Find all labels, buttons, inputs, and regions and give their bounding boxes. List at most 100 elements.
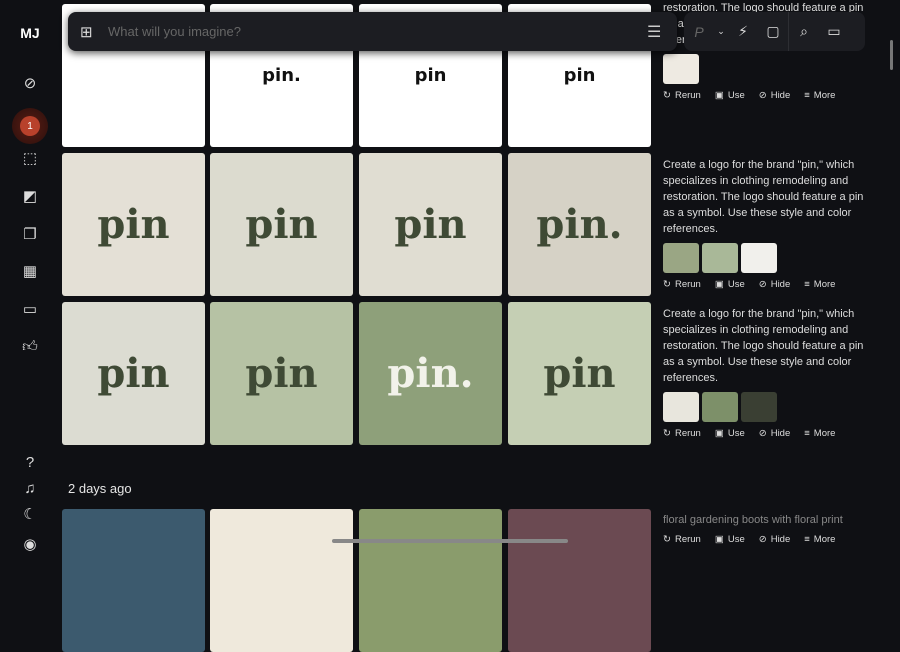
- reference-thumbnails: [663, 54, 873, 84]
- reference-thumbnail[interactable]: [741, 243, 777, 273]
- reference-thumbnail[interactable]: [663, 54, 699, 84]
- folder-icon[interactable]: ▭: [819, 23, 849, 40]
- personalize-toggle[interactable]: P: [684, 24, 714, 40]
- refresh-icon: ↻: [663, 90, 671, 101]
- image-tile[interactable]: pin.: [359, 302, 502, 445]
- notifications-badge[interactable]: 1: [12, 108, 48, 144]
- bell-icon[interactable]: ♫: [18, 476, 42, 500]
- menu-lines-icon: ≡: [804, 90, 810, 101]
- text-box-icon: ▣: [714, 90, 724, 101]
- tile-logo-text: pin.: [387, 350, 474, 397]
- prompt-details: Create a logo for the brand "pin," which…: [663, 157, 873, 293]
- use-button[interactable]: ▣ Use: [715, 426, 745, 442]
- chevron-down-icon[interactable]: ⌄: [714, 26, 728, 37]
- prompt-actions: ↻ Rerun ▣ Use ⊘ Hide ≡ More: [663, 277, 873, 293]
- rerun-button[interactable]: ↻ Rerun: [663, 277, 701, 293]
- help-icon[interactable]: ?: [18, 450, 42, 474]
- tile-logo-text: pin: [97, 350, 170, 397]
- chat-icon[interactable]: ▭: [18, 297, 42, 321]
- reference-thumbnail[interactable]: [663, 392, 699, 422]
- toolbar: P ⌄ ⚡︎ ▢ ⌕ ▭: [684, 12, 865, 51]
- scrollbar[interactable]: [890, 40, 893, 70]
- thumbs-up-icon[interactable]: 👍︎: [18, 335, 42, 359]
- hide-button[interactable]: ⊘ Hide: [759, 426, 791, 442]
- search-icon[interactable]: ⌕: [789, 23, 819, 40]
- text-box-icon: ▣: [714, 428, 724, 439]
- hide-button[interactable]: ⊘ Hide: [759, 532, 791, 548]
- reference-thumbnail[interactable]: [663, 243, 699, 273]
- reference-thumbnail[interactable]: [702, 243, 738, 273]
- reference-thumbnails: [663, 392, 873, 422]
- image-tile[interactable]: pin: [62, 302, 205, 445]
- tile-logo-text: pin: [563, 65, 596, 86]
- rerun-button[interactable]: ↻ Rerun: [663, 426, 701, 442]
- eye-off-icon: ⊘: [758, 534, 767, 545]
- more-button[interactable]: ≡ More: [804, 532, 835, 548]
- reference-thumbnails: [663, 243, 873, 273]
- hide-button[interactable]: ⊘ Hide: [759, 277, 791, 293]
- create-icon[interactable]: ⬚: [18, 146, 42, 170]
- refresh-icon: ↻: [663, 428, 671, 439]
- tile-logo-text: pin: [543, 350, 616, 397]
- prompt-text[interactable]: Create a logo for the brand "pin," which…: [663, 157, 873, 237]
- prompt-bar: ⊞ ☰: [68, 12, 677, 51]
- prompt-details: Create a logo for the brand "pin," which…: [663, 306, 873, 442]
- text-box-icon: ▣: [714, 534, 724, 545]
- refresh-icon: ↻: [663, 279, 671, 290]
- reference-thumbnail[interactable]: [702, 392, 738, 422]
- prompt-text[interactable]: floral gardening boots with floral print: [663, 512, 873, 528]
- tile-logo-text: pin.: [262, 65, 301, 86]
- image-tile[interactable]: [62, 509, 205, 652]
- tile-logo-text: pin: [394, 201, 467, 248]
- use-button[interactable]: ▣ Use: [715, 88, 745, 104]
- use-button[interactable]: ▣ Use: [715, 532, 745, 548]
- chat-icon[interactable]: ▢: [758, 23, 788, 40]
- lightning-icon[interactable]: ⚡︎: [728, 23, 758, 40]
- refresh-icon: ↻: [663, 534, 671, 545]
- more-button[interactable]: ≡ More: [804, 426, 835, 442]
- settings-sliders-icon[interactable]: ☰: [647, 22, 677, 42]
- menu-lines-icon: ≡: [804, 428, 810, 439]
- explore-compass-icon[interactable]: ⊘: [18, 71, 42, 95]
- hide-button[interactable]: ⊘ Hide: [759, 88, 791, 104]
- image-tile[interactable]: pin: [359, 153, 502, 296]
- more-button[interactable]: ≡ More: [804, 277, 835, 293]
- more-button[interactable]: ≡ More: [804, 88, 835, 104]
- image-tile[interactable]: pin: [210, 153, 353, 296]
- prompt-actions: ↻ Rerun ▣ Use ⊘ Hide ≡ More: [663, 88, 873, 104]
- eye-off-icon: ⊘: [758, 90, 767, 101]
- eye-off-icon: ⊘: [758, 279, 767, 290]
- image-tile[interactable]: pin: [210, 302, 353, 445]
- prompt-actions: ↻ Rerun ▣ Use ⊘ Hide ≡ More: [663, 532, 873, 548]
- rerun-button[interactable]: ↻ Rerun: [663, 532, 701, 548]
- edit-icon[interactable]: ◩: [18, 184, 42, 208]
- image-tile[interactable]: [359, 509, 502, 652]
- reference-thumbnail[interactable]: [741, 392, 777, 422]
- moon-icon[interactable]: ☾: [18, 502, 42, 526]
- profile-icon[interactable]: ◉: [18, 532, 42, 556]
- eye-off-icon: ⊘: [758, 428, 767, 439]
- image-tile[interactable]: [210, 509, 353, 652]
- organize-icon[interactable]: ❐: [18, 222, 42, 246]
- prompt-text[interactable]: Create a logo for the brand "pin," which…: [663, 306, 873, 386]
- image-tile[interactable]: pin.: [508, 153, 651, 296]
- notification-count: 1: [20, 116, 40, 136]
- tile-logo-text: pin.: [536, 201, 623, 248]
- menu-lines-icon: ≡: [804, 534, 810, 545]
- image-tile[interactable]: pin: [508, 302, 651, 445]
- image-tile[interactable]: [508, 509, 651, 652]
- text-box-icon: ▣: [714, 279, 724, 290]
- grid-icon[interactable]: ▦: [18, 259, 42, 283]
- image-add-icon[interactable]: ⊞: [80, 23, 100, 41]
- rerun-button[interactable]: ↻ Rerun: [663, 88, 701, 104]
- tile-logo-text: pin: [245, 350, 318, 397]
- prompt-input[interactable]: [108, 24, 647, 39]
- app-logo[interactable]: MJ: [0, 25, 60, 41]
- image-tile[interactable]: pin: [62, 153, 205, 296]
- use-button[interactable]: ▣ Use: [715, 277, 745, 293]
- sidebar: MJ ⊘ 1 ⬚ ◩ ❐ ▦ ▭ 👍︎ ? ♫ ☾ ◉: [0, 0, 60, 553]
- home-indicator: [332, 539, 568, 543]
- tile-logo-text: pin: [97, 201, 170, 248]
- tile-logo-text: pin: [414, 65, 447, 86]
- menu-lines-icon: ≡: [804, 279, 810, 290]
